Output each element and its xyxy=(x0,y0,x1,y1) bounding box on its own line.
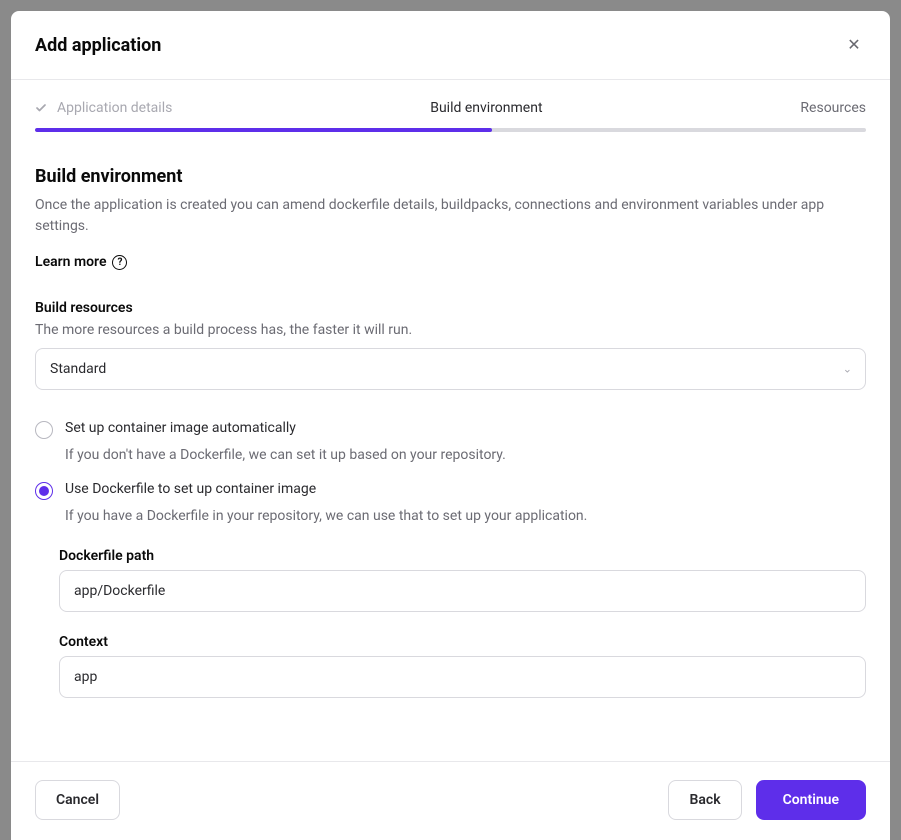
build-resources-select[interactable] xyxy=(35,348,866,390)
context-input[interactable] xyxy=(59,656,866,698)
step-resources[interactable]: Resources xyxy=(800,100,866,116)
radio-auto-row[interactable]: Set up container image automatically xyxy=(35,420,866,439)
modal-footer: Cancel Back Continue xyxy=(11,761,890,840)
dockerfile-subfields: Dockerfile path Context xyxy=(59,548,866,698)
stepper: Application details Build environment Re… xyxy=(11,80,890,132)
radio-dockerfile-label: Use Dockerfile to set up container image xyxy=(65,481,316,497)
dockerfile-path-field: Dockerfile path xyxy=(59,548,866,612)
field-help: The more resources a build process has, … xyxy=(35,322,866,338)
step-label: Build environment xyxy=(430,100,542,116)
field-label: Dockerfile path xyxy=(59,548,866,564)
help-icon: ? xyxy=(112,255,127,270)
section-description: Once the application is created you can … xyxy=(35,195,866,237)
context-field: Context xyxy=(59,634,866,698)
check-icon xyxy=(35,102,47,114)
cancel-button[interactable]: Cancel xyxy=(35,780,120,820)
dockerfile-path-input[interactable] xyxy=(59,570,866,612)
radio-dockerfile[interactable] xyxy=(35,482,53,500)
close-button[interactable]: ✕ xyxy=(842,33,866,57)
progress-fill xyxy=(35,128,492,132)
progress-track xyxy=(35,128,866,132)
step-label: Resources xyxy=(800,100,866,116)
build-resources-field: Build resources The more resources a bui… xyxy=(35,300,866,390)
learn-more-link[interactable]: Learn more ? xyxy=(35,254,127,270)
modal-header: Add application ✕ xyxy=(11,11,890,80)
radio-auto-help: If you don't have a Dockerfile, we can s… xyxy=(65,447,866,463)
container-setup-radios: Set up container image automatically If … xyxy=(35,420,866,698)
add-application-modal: Add application ✕ Application details Bu… xyxy=(11,11,890,840)
radio-dockerfile-help: If you have a Dockerfile in your reposit… xyxy=(65,508,866,524)
step-label: Application details xyxy=(57,100,172,116)
radio-auto-label: Set up container image automatically xyxy=(65,420,296,436)
step-build-environment: Build environment xyxy=(430,100,542,116)
step-application-details[interactable]: Application details xyxy=(35,100,172,116)
modal-title: Add application xyxy=(35,35,161,56)
field-label: Build resources xyxy=(35,300,866,316)
learn-more-label: Learn more xyxy=(35,254,106,270)
back-button[interactable]: Back xyxy=(668,780,741,820)
build-resources-select-wrap: ⌄ xyxy=(35,348,866,390)
stepper-labels: Application details Build environment Re… xyxy=(35,100,866,116)
modal-content: Build environment Once the application i… xyxy=(11,132,890,761)
radio-auto[interactable] xyxy=(35,421,53,439)
section-title: Build environment xyxy=(35,166,866,187)
continue-button[interactable]: Continue xyxy=(756,780,866,820)
field-label: Context xyxy=(59,634,866,650)
footer-right: Back Continue xyxy=(668,780,866,820)
radio-dockerfile-row[interactable]: Use Dockerfile to set up container image xyxy=(35,481,866,500)
close-icon: ✕ xyxy=(847,35,860,55)
